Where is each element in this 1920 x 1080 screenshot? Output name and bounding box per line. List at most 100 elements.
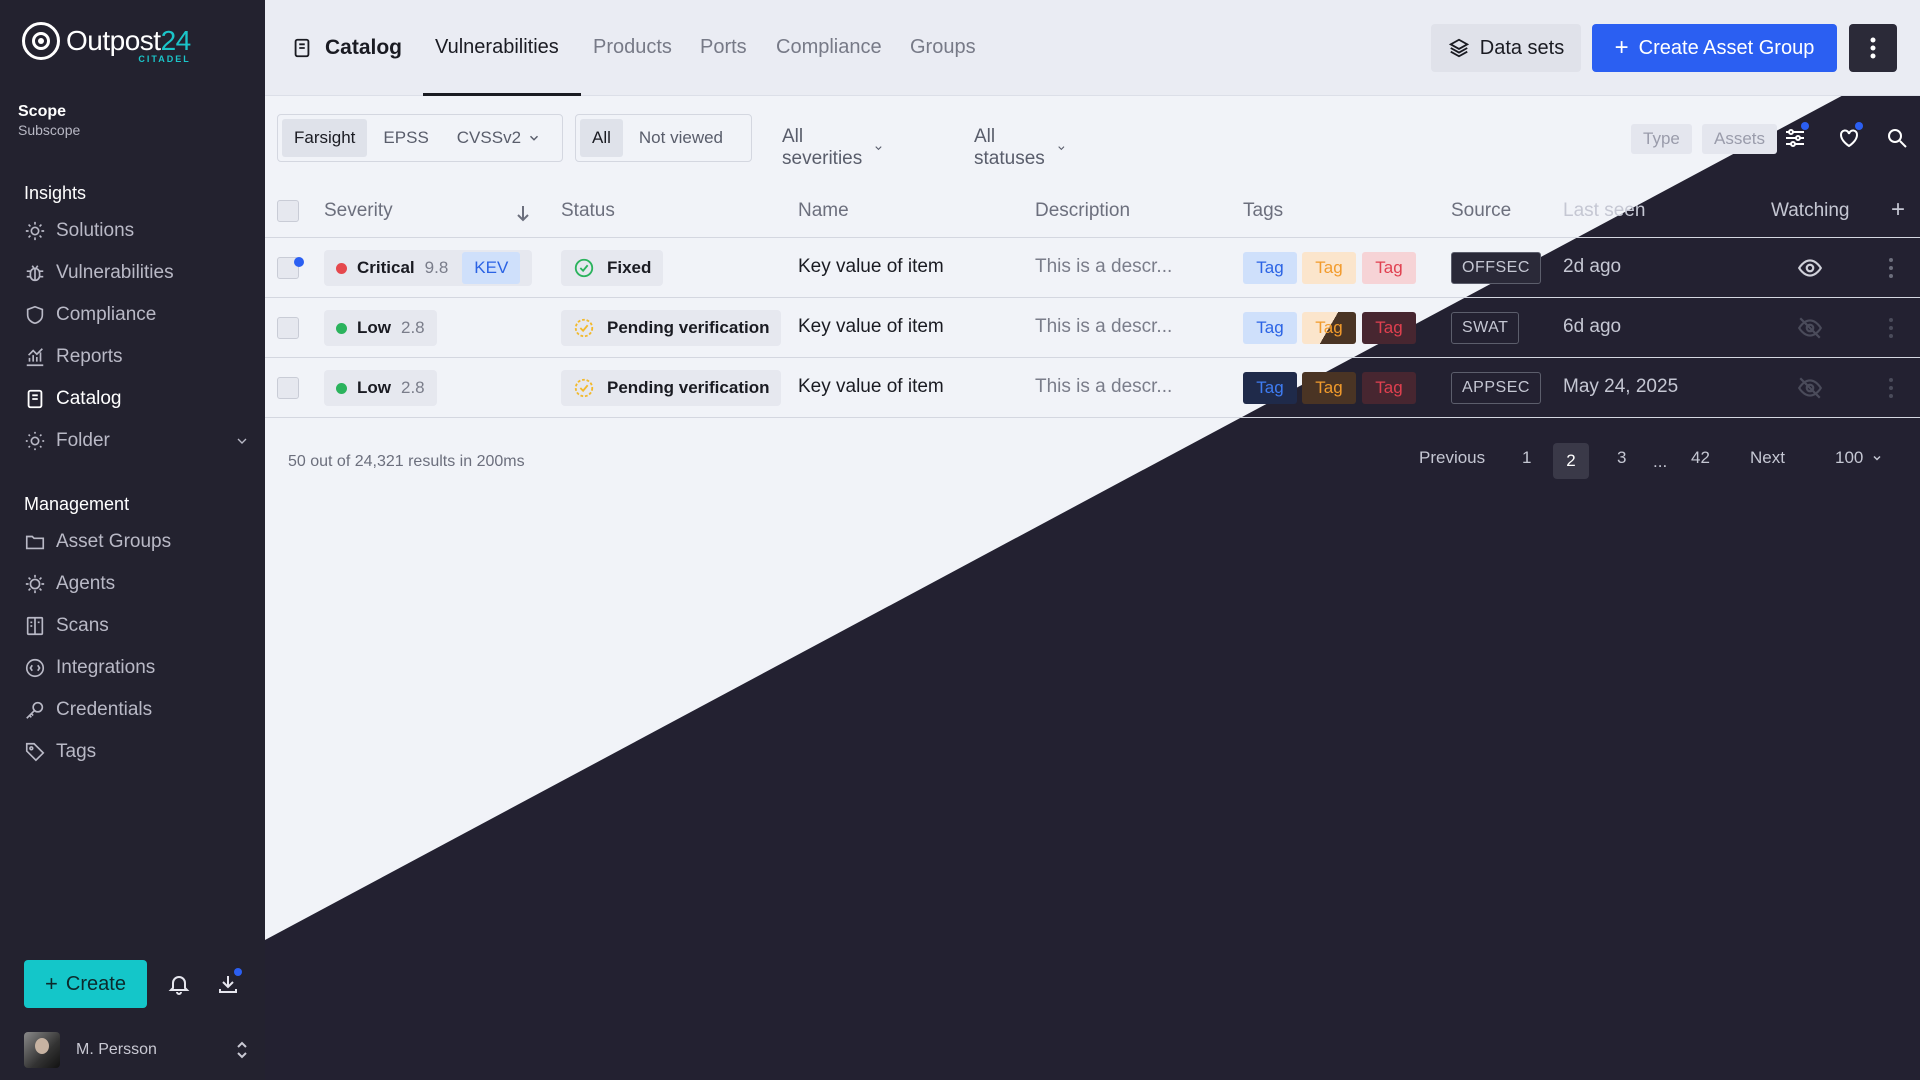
tag-chip[interactable]: Tag	[1302, 372, 1356, 404]
column-tags[interactable]: Tags	[1243, 200, 1283, 222]
main-content: Catalog Vulnerabilities Products Ports C…	[265, 0, 1920, 1080]
row-kebab-icon[interactable]	[1888, 376, 1894, 400]
status-dropdown[interactable]: All statuses	[974, 126, 1067, 170]
sidebar: Outpost24 CITADEL Scope Subscope Insight…	[0, 0, 265, 1080]
favorites-button[interactable]	[1837, 122, 1863, 155]
data-sets-button[interactable]: Data sets	[1431, 24, 1581, 72]
eye-icon[interactable]	[1797, 255, 1823, 281]
sidebar-item-folder[interactable]: Folder	[24, 423, 250, 459]
tag-chip[interactable]: Tag	[1243, 372, 1297, 404]
sidebar-item-vulnerabilities[interactable]: Vulnerabilities	[24, 255, 250, 291]
sidebar-item-scans[interactable]: Scans	[24, 608, 250, 644]
eye-off-icon[interactable]	[1797, 375, 1823, 401]
sidebar-item-asset-groups[interactable]: Asset Groups	[24, 524, 250, 560]
pagination-page-3[interactable]: 3	[1617, 448, 1626, 468]
table-row[interactable]: Critical 9.8 KEV Fixed Key value of item…	[265, 238, 1920, 298]
last-seen: 6d ago	[1563, 316, 1622, 337]
tab-compliance[interactable]: Compliance	[776, 36, 882, 59]
table-header: Severity Status Name Description Tags So…	[265, 188, 1920, 238]
column-last-seen[interactable]: Last seen	[1563, 200, 1645, 222]
scope-subtitle: Subscope	[18, 122, 81, 138]
severity-dot	[336, 322, 347, 334]
view-not-viewed[interactable]: Not viewed	[627, 119, 735, 157]
tag-chip[interactable]: Tag	[1362, 372, 1416, 404]
pagination-page-42[interactable]: 42	[1691, 448, 1710, 468]
kebab-icon	[1870, 37, 1876, 59]
eye-off-icon[interactable]	[1797, 315, 1823, 341]
pagination-next[interactable]: Next	[1750, 448, 1785, 468]
item-name[interactable]: Key value of item	[798, 376, 944, 398]
tag-chip[interactable]: Tag	[1243, 312, 1297, 344]
pagination-page-current[interactable]: 2	[1553, 443, 1589, 479]
pagination-previous[interactable]: Previous	[1419, 448, 1485, 468]
status-pill: Pending verification	[561, 370, 782, 406]
type-filter-chip[interactable]: Type	[1631, 124, 1692, 154]
column-source[interactable]: Source	[1451, 200, 1511, 222]
sidebar-item-tags[interactable]: Tags	[24, 734, 250, 770]
page-title: Catalog	[291, 36, 402, 60]
sidebar-item-agents[interactable]: Agents	[24, 566, 250, 602]
tag-chip[interactable]: Tag	[1243, 252, 1297, 284]
scoring-farsight[interactable]: Farsight	[282, 119, 368, 157]
scoring-epss[interactable]: EPSS	[371, 119, 440, 157]
sidebar-item-integrations[interactable]: Integrations	[24, 650, 250, 686]
sidebar-item-compliance[interactable]: Compliance	[24, 297, 250, 333]
severity-dropdown[interactable]: All severities	[782, 126, 884, 170]
create-asset-group-button[interactable]: + Create Asset Group	[1592, 24, 1837, 72]
row-kebab-icon[interactable]	[1888, 256, 1894, 280]
sort-arrow-down-icon[interactable]	[515, 204, 531, 222]
chevron-updown-icon	[237, 1041, 247, 1059]
source-badge: OFFSEC	[1451, 252, 1541, 284]
outpost24-logo[interactable]: Outpost24 CITADEL	[22, 22, 191, 64]
tag-chip[interactable]: Tag	[1302, 252, 1356, 284]
tab-products[interactable]: Products	[593, 36, 672, 59]
page-size-select[interactable]: 100	[1835, 448, 1883, 468]
column-watching[interactable]: Watching	[1771, 200, 1850, 222]
severity-pill: Critical 9.8 KEV	[324, 250, 533, 286]
user-menu[interactable]: M. Persson	[24, 1032, 250, 1068]
sidebar-item-solutions[interactable]: Solutions	[24, 213, 250, 249]
select-all-checkbox[interactable]	[277, 200, 299, 222]
table-row[interactable]: Low 2.8 Pending verification Key value o…	[265, 358, 1920, 418]
topbar: Catalog Vulnerabilities Products Ports C…	[265, 0, 1920, 96]
notifications-button[interactable]	[167, 972, 191, 1001]
folder-icon	[25, 535, 45, 550]
assets-filter-chip[interactable]: Assets	[1702, 124, 1778, 154]
row-checkbox[interactable]	[277, 377, 299, 399]
column-severity[interactable]: Severity	[324, 200, 393, 222]
column-name[interactable]: Name	[798, 200, 849, 222]
downloads-button[interactable]	[216, 968, 242, 1001]
tag-chip[interactable]: Tag	[1302, 312, 1356, 344]
item-name[interactable]: Key value of item	[798, 316, 944, 338]
sidebar-item-reports[interactable]: Reports	[24, 339, 250, 375]
column-description[interactable]: Description	[1035, 200, 1130, 222]
more-options-button[interactable]	[1849, 24, 1897, 72]
view-all[interactable]: All	[580, 119, 623, 157]
chart-icon	[26, 348, 44, 367]
sidebar-item-label: Solutions	[56, 220, 135, 241]
agent-icon	[25, 574, 45, 594]
table-row[interactable]: Low 2.8 Pending verification Key value o…	[265, 298, 1920, 358]
sidebar-item-catalog[interactable]: Catalog	[24, 381, 250, 417]
row-kebab-icon[interactable]	[1888, 316, 1894, 340]
tab-groups[interactable]: Groups	[910, 36, 976, 59]
column-status[interactable]: Status	[561, 200, 615, 222]
scoring-cvssv2[interactable]: CVSSv2	[445, 119, 553, 157]
view-segmented-control: All Not viewed	[575, 114, 752, 162]
tag-chip[interactable]: Tag	[1362, 252, 1416, 284]
pagination-page-1[interactable]: 1	[1522, 448, 1531, 468]
search-button[interactable]	[1885, 126, 1909, 155]
item-name[interactable]: Key value of item	[798, 256, 944, 278]
add-column-button[interactable]: +	[1891, 196, 1905, 224]
tag-chip[interactable]: Tag	[1362, 312, 1416, 344]
sidebar-item-label: Tags	[56, 741, 97, 762]
tab-ports[interactable]: Ports	[700, 36, 747, 59]
sidebar-item-label: Scans	[56, 615, 109, 636]
favorites-indicator	[1855, 122, 1863, 130]
sidebar-item-credentials[interactable]: Credentials	[24, 692, 250, 728]
filter-settings-button[interactable]	[1783, 122, 1809, 155]
scope-selector[interactable]: Scope Subscope	[18, 103, 80, 138]
row-checkbox[interactable]	[277, 317, 299, 339]
tab-vulnerabilities[interactable]: Vulnerabilities	[435, 36, 559, 59]
create-button[interactable]: + Create	[24, 960, 147, 1008]
